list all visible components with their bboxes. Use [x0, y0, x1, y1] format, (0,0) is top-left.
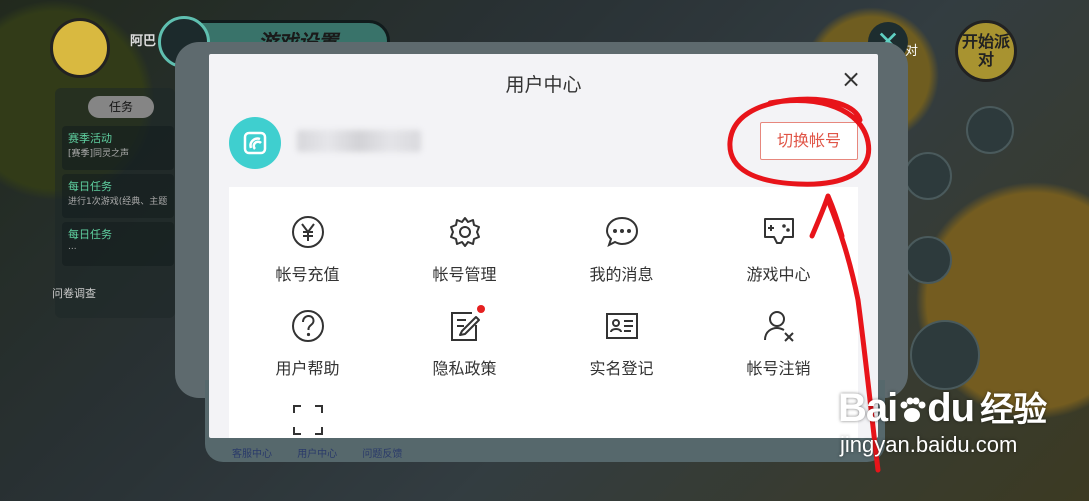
box-icon[interactable]: [966, 106, 1014, 154]
menu-label: 我的消息: [589, 265, 654, 284]
scan-icon: [293, 405, 323, 435]
close-icon[interactable]: ×: [840, 67, 862, 91]
menu-label: 帐号管理: [432, 265, 497, 284]
task-item[interactable]: 每日任务 进行1次游戏(经典、主题: [62, 174, 174, 218]
menu-label: 帐号充值: [275, 265, 340, 284]
dialog-title: 用户中心: [505, 74, 582, 96]
task-item[interactable]: 赛季活动 [赛季]同灵之声: [62, 126, 174, 170]
menu-item-game-center[interactable]: 游戏中心: [700, 215, 857, 305]
menu-item-scan[interactable]: [229, 403, 386, 438]
tab-customer-service[interactable]: 客服中心: [232, 449, 272, 460]
paw-icon: [900, 397, 926, 422]
menu-item-help[interactable]: 用户帮助: [229, 309, 386, 399]
watermark-brand: Bai: [838, 386, 898, 430]
menu-item-messages[interactable]: 我的消息: [543, 215, 700, 305]
player-avatar: [50, 18, 110, 78]
menu-grid: 帐号充值 帐号管理 我的消息 游戏中心 用户帮助 隐私政策 实名登记 帐号注销: [229, 187, 858, 438]
menu-item-account-manage[interactable]: 帐号管理: [386, 215, 543, 305]
start-party-button[interactable]: 开始派对: [955, 20, 1017, 82]
emote-icon[interactable]: [904, 152, 952, 200]
survey-link[interactable]: 问卷调查: [52, 285, 96, 301]
menu-label: 游戏中心: [746, 265, 811, 284]
player-name: 阿巴: [130, 34, 157, 49]
yen-coin-icon: [292, 216, 324, 248]
tab-user-center[interactable]: 用户中心: [297, 449, 337, 460]
task-item[interactable]: 每日任务 ...: [62, 222, 174, 266]
task-desc: ...: [68, 242, 77, 252]
document-edit-icon: [451, 312, 480, 341]
game-bottom-tabs: 客服中心 用户中心 问题反馈: [232, 445, 424, 460]
menu-label: 用户帮助: [275, 359, 340, 378]
task-title: 每日任务: [68, 228, 112, 241]
menu-item-cancel-account[interactable]: 帐号注销: [700, 309, 857, 399]
menu-label: 帐号注销: [746, 359, 811, 378]
switch-account-button[interactable]: 切换帐号: [760, 122, 858, 160]
user-remove-icon: [764, 311, 794, 342]
task-desc: [赛季]同灵之声: [68, 149, 130, 159]
baidu-jingyan-watermark: Bai du 经验 jingyan.baidu.com: [838, 386, 1047, 458]
username-blurred: [297, 130, 421, 152]
task-tab[interactable]: 任务: [88, 96, 154, 118]
watermark-brand-cn: 经验: [980, 391, 1047, 429]
unread-badge: [477, 305, 485, 313]
menu-item-recharge[interactable]: 帐号充值: [229, 215, 386, 305]
question-icon: [292, 310, 324, 342]
id-card-icon: [606, 313, 638, 339]
joystick-icon[interactable]: [910, 320, 980, 390]
task-title: 每日任务: [68, 180, 112, 193]
app-logo-icon: [243, 131, 267, 155]
gamepad-icon: [764, 218, 794, 244]
menu-label: 实名登记: [589, 359, 654, 378]
watermark-brand-suffix: du: [927, 386, 975, 430]
menu-label: 隐私政策: [432, 359, 497, 378]
user-center-dialog: 用户中心 × 切换帐号 帐号充值 帐号管理 我的消息 游戏中心 用户帮助 隐私政…: [209, 54, 878, 438]
watermark-url: jingyan.baidu.com: [840, 432, 1018, 457]
task-title: 赛季活动: [68, 132, 112, 145]
avatar: [229, 117, 281, 169]
gear-icon: [450, 217, 480, 247]
task-desc: 进行1次游戏(经典、主题: [68, 197, 168, 207]
menu-item-privacy[interactable]: 隐私政策: [386, 305, 543, 399]
chat-bubble-icon: [605, 216, 639, 247]
tab-feedback[interactable]: 问题反馈: [362, 449, 402, 460]
action-icon[interactable]: [904, 236, 952, 284]
menu-item-real-name[interactable]: 实名登记: [543, 309, 700, 399]
